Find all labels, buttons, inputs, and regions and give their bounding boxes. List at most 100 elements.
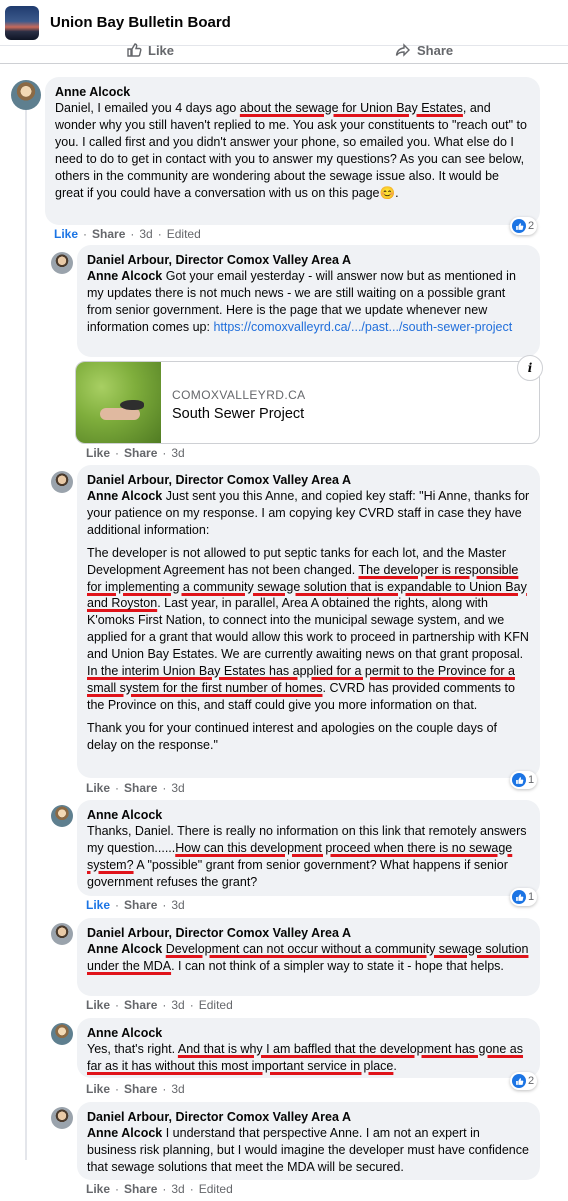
comment-author[interactable]: Daniel Arbour, Director Comox Valley Are… — [87, 472, 530, 488]
avatar[interactable] — [51, 923, 73, 945]
reaction-count[interactable]: 2 — [510, 1072, 538, 1090]
mention-link[interactable]: Anne Alcock — [87, 1126, 162, 1140]
comment-bubble: Anne Alcock Thanks, Daniel. There is rea… — [77, 800, 540, 896]
comment-share-button[interactable]: Share — [124, 1082, 157, 1096]
separator: · — [162, 781, 167, 795]
avatar[interactable] — [11, 80, 41, 110]
share-arrow-icon — [395, 43, 410, 57]
comment-meta: Like · Share · 3d · Edited — [54, 227, 201, 241]
comment-author[interactable]: Daniel Arbour, Director Comox Valley Are… — [87, 925, 530, 941]
reaction-count[interactable]: 1 — [510, 888, 538, 906]
comment-text: Anne Alcock Development can not occur wi… — [87, 941, 530, 975]
reaction-number: 1 — [528, 891, 535, 903]
comment-like-button[interactable]: Like — [86, 781, 110, 795]
comment-like-button[interactable]: Like — [86, 1182, 110, 1196]
separator: · — [162, 898, 167, 912]
like-reaction-icon — [512, 890, 526, 904]
separator: · — [162, 1082, 167, 1096]
like-reaction-icon — [512, 1074, 526, 1088]
post-action-bar: Like Share — [0, 42, 568, 64]
comment-time[interactable]: 3d — [171, 898, 184, 912]
text-segment: Yes, that's right. — [87, 1042, 178, 1056]
text-segment: . — [393, 1058, 397, 1073]
comment-bubble: Daniel Arbour, Director Comox Valley Are… — [77, 465, 540, 778]
paragraph: The developer is not allowed to put sept… — [87, 545, 530, 714]
separator: · — [115, 1182, 120, 1196]
comment-time[interactable]: 3d — [139, 227, 152, 241]
reaction-count[interactable]: 1 — [510, 771, 538, 789]
comment-bubble: Daniel Arbour, Director Comox Valley Are… — [77, 1102, 540, 1180]
comment-meta: Like · Share · 3d · Edited — [86, 998, 233, 1012]
post-like-button[interactable]: Like — [126, 42, 174, 58]
mention-link[interactable]: Anne Alcock — [87, 489, 162, 503]
link-preview-card[interactable]: COMOXVALLEYRD.CA South Sewer Project — [75, 361, 540, 444]
comment-time[interactable]: 3d — [171, 446, 184, 460]
comment-like-button[interactable]: Like — [86, 446, 110, 460]
comment-like-button[interactable]: Like — [86, 898, 110, 912]
comment-author[interactable]: Daniel Arbour, Director Comox Valley Are… — [87, 252, 530, 268]
link-domain: COMOXVALLEYRD.CA — [172, 388, 306, 402]
comment-share-button[interactable]: Share — [124, 446, 157, 460]
group-title[interactable]: Union Bay Bulletin Board — [50, 14, 231, 31]
edited-label[interactable]: Edited — [199, 998, 233, 1012]
avatar[interactable] — [51, 471, 73, 493]
avatar[interactable] — [51, 1023, 73, 1045]
separator: · — [189, 998, 194, 1012]
separator: · — [130, 227, 135, 241]
avatar[interactable] — [51, 1107, 73, 1129]
mention-link[interactable]: Anne Alcock — [87, 942, 162, 956]
comment-time[interactable]: 3d — [171, 1082, 184, 1096]
like-reaction-icon — [512, 773, 526, 787]
comment-meta: Like · Share · 3d — [86, 898, 185, 912]
comment-meta: Like · Share · 3d — [86, 781, 185, 795]
url-link[interactable]: https://comoxvalleyrd.ca/.../past.../sou… — [213, 320, 512, 334]
comment-text: Anne Alcock Got your email yesterday - w… — [87, 268, 530, 336]
avatar[interactable] — [51, 805, 73, 827]
comment-text: Yes, that's right. And that is why I am … — [87, 1041, 530, 1075]
mention-link[interactable]: Anne Alcock — [87, 269, 162, 283]
comment-author[interactable]: Anne Alcock — [55, 84, 530, 100]
separator: · — [157, 227, 162, 241]
underlined-text: about the sewage for Union Bay Estates — [239, 101, 463, 115]
paragraph: Anne Alcock Just sent you this Anne, and… — [87, 488, 530, 539]
comment-share-button[interactable]: Share — [124, 781, 157, 795]
comment-meta: Like · Share · 3d — [86, 1082, 185, 1096]
reaction-number: 2 — [528, 1075, 535, 1087]
comment-author[interactable]: Daniel Arbour, Director Comox Valley Are… — [87, 1109, 530, 1125]
separator: · — [162, 446, 167, 460]
link-preview-image — [76, 362, 161, 443]
comment-time[interactable]: 3d — [171, 781, 184, 795]
comment-like-button[interactable]: Like — [86, 1082, 110, 1096]
text-segment: Thank you for your continued interest an… — [87, 720, 497, 752]
comment-share-button[interactable]: Share — [124, 1182, 157, 1196]
separator: · — [115, 998, 120, 1012]
comment-author[interactable]: Anne Alcock — [87, 1025, 530, 1041]
comment-meta: Like · Share · 3d · Edited — [86, 1182, 233, 1196]
comment-share-button[interactable]: Share — [124, 998, 157, 1012]
post-share-label: Share — [417, 42, 454, 58]
separator: · — [189, 1182, 194, 1196]
text-segment: . I can not think of a simpler way to st… — [171, 958, 504, 973]
comment-text: Daniel, I emailed you 4 days ago about t… — [55, 100, 530, 201]
comment-like-button[interactable]: Like — [86, 998, 110, 1012]
info-icon[interactable]: i — [517, 355, 543, 381]
reaction-count[interactable]: 2 — [510, 217, 538, 235]
edited-label[interactable]: Edited — [167, 227, 201, 241]
post-share-button[interactable]: Share — [395, 42, 453, 58]
text-segment: Daniel, I emailed you 4 days ago — [55, 101, 240, 115]
comment-bubble: Daniel Arbour, Director Comox Valley Are… — [77, 918, 540, 996]
edited-label[interactable]: Edited — [199, 1182, 233, 1196]
group-thumbnail[interactable] — [5, 5, 39, 40]
avatar[interactable] — [51, 252, 73, 274]
reaction-number: 2 — [528, 220, 535, 232]
comment-share-button[interactable]: Share — [92, 227, 125, 241]
comment-text: Anne Alcock I understand that perspectiv… — [87, 1125, 530, 1176]
comment-time[interactable]: 3d — [171, 998, 184, 1012]
comment-like-button[interactable]: Like — [54, 227, 78, 241]
comment-time[interactable]: 3d — [171, 1182, 184, 1196]
comment-share-button[interactable]: Share — [124, 898, 157, 912]
comment-bubble: Anne Alcock Daniel, I emailed you 4 days… — [45, 77, 540, 225]
comment-text: Thanks, Daniel. There is really no infor… — [87, 823, 530, 891]
reaction-number: 1 — [528, 774, 535, 786]
comment-author[interactable]: Anne Alcock — [87, 807, 530, 823]
